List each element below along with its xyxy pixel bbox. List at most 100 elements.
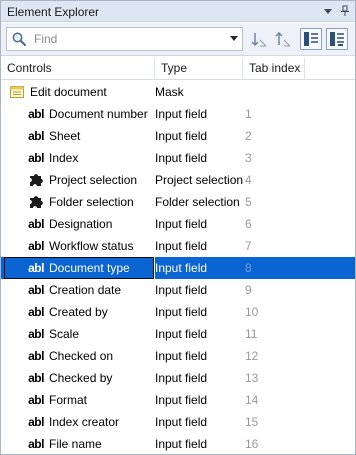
column-header: Controls Type Tab index [1,58,355,80]
tree-row[interactable]: abl Sheet Input field 2 [1,125,355,147]
tree-row[interactable]: Folder selection Folder selection 5 [1,191,355,213]
tree-row[interactable]: abl Scale Input field 11 [1,323,355,345]
text-field-icon: abl [28,283,44,297]
text-field-icon: abl [28,415,44,429]
control-name: Project selection [49,173,138,187]
control-type: Input field [155,393,208,407]
control-name: Checked on [49,349,114,363]
control-name: Created by [49,305,108,319]
control-name-cell[interactable]: abl Index [1,147,154,169]
control-type: Input field [155,257,245,279]
control-type: Input field [155,327,208,341]
control-type: Input field [155,437,208,451]
search-dropdown-icon[interactable] [230,36,238,41]
control-tab-index: 14 [245,393,259,407]
control-type: Input field [155,349,208,363]
control-name-cell[interactable]: abl Scale [1,323,154,345]
tree-row[interactable]: abl Format Input field 14 [1,389,355,411]
view-details-icon[interactable] [326,28,348,50]
text-field-icon: abl [28,437,44,451]
control-name: Creation date [49,283,122,297]
tree-row[interactable]: abl Created by Input field 10 [1,301,355,323]
control-type: Project selection [155,173,244,187]
control-name: Format [49,393,88,407]
control-name: Scale [49,327,80,341]
text-field-icon: abl [28,129,44,143]
control-name-cell[interactable]: abl Checked on [1,345,154,367]
control-name-cell[interactable]: abl File name [1,433,154,455]
control-type: Folder selection [155,195,240,209]
title-bar: Element Explorer [1,1,355,22]
tree-row[interactable]: abl Index creator Input field 15 [1,411,355,433]
control-type: Input field [155,415,208,429]
sort-descending-icon[interactable] [272,28,294,50]
control-name-cell[interactable]: abl Format [1,389,154,411]
search-box [6,27,243,51]
tree-row[interactable]: abl Document number Input field 1 [1,103,355,125]
control-type: Input field [155,151,208,165]
search-input[interactable] [34,30,224,48]
column-header-type[interactable]: Type [155,58,243,80]
panel-title: Element Explorer [7,5,100,19]
control-type: Input field [155,107,208,121]
control-tab-index: 6 [245,217,252,231]
sort-ascending-icon[interactable] [248,28,270,50]
tree-row[interactable]: abl Checked by Input field 13 [1,367,355,389]
control-tab-index: 3 [245,151,252,165]
tree-row[interactable]: abl Workflow status Input field 7 [1,235,355,257]
text-field-icon: abl [28,151,44,165]
control-name: Document type [49,261,130,275]
control-name-cell[interactable]: abl Index creator [1,411,154,433]
control-name-cell[interactable]: abl Designation [1,213,154,235]
control-name-cell[interactable]: abl Created by [1,301,154,323]
control-name: File name [49,437,102,451]
view-list-icon[interactable] [300,28,322,50]
control-tab-index: 2 [245,129,252,143]
control-tab-index: 15 [245,415,259,429]
control-name: Designation [49,217,113,231]
control-tab-index: 11 [245,327,258,341]
tree-row[interactable]: abl Checked on Input field 12 [1,345,355,367]
control-name: Workflow status [49,239,134,253]
tree-row[interactable]: abl Document type Input field 8 [1,257,355,279]
control-name-cell[interactable]: Edit document [1,81,154,103]
dropdown-arrow-icon[interactable] [321,4,335,18]
control-tab-index: 8 [245,257,355,279]
tree-row[interactable]: abl File name Input field 16 [1,433,355,455]
tree-row[interactable]: abl Creation date Input field 9 [1,279,355,301]
element-explorer-panel: Element Explorer Controls Typ [0,0,356,455]
control-type: Input field [155,305,208,319]
control-type: Input field [155,239,208,253]
column-header-controls[interactable]: Controls [1,58,155,80]
control-name: Document number [49,107,148,121]
tree-row[interactable]: abl Index Input field 3 [1,147,355,169]
text-field-icon: abl [28,305,44,319]
control-name-cell[interactable]: abl Document type [1,257,154,279]
column-header-tab-index[interactable]: Tab index [243,58,305,80]
control-tab-index: 9 [245,283,252,297]
control-name: Index [49,151,79,165]
control-name-cell[interactable]: abl Sheet [1,125,154,147]
tree-row[interactable]: abl Designation Input field 6 [1,213,355,235]
control-type: Input field [155,129,208,143]
puzzle-icon [28,172,44,188]
control-name: Edit document [30,85,107,99]
control-name-cell[interactable]: abl Checked by [1,367,154,389]
search-icon [11,31,27,47]
control-tab-index: 5 [245,195,252,209]
pin-icon[interactable] [338,4,352,18]
control-tab-index: 13 [245,371,259,385]
control-name-cell[interactable]: abl Creation date [1,279,154,301]
toolbar [1,23,355,56]
control-tab-index: 7 [245,239,252,253]
control-name-cell[interactable]: abl Workflow status [1,235,154,257]
text-field-icon: abl [28,107,44,121]
control-name-cell[interactable]: Folder selection [1,191,154,213]
text-field-icon: abl [28,393,44,407]
tree-row[interactable]: Edit document Mask [1,81,355,103]
control-name-cell[interactable]: abl Document number [1,103,154,125]
control-name-cell[interactable]: Project selection [1,169,154,191]
tree-row[interactable]: Project selection Project selection 4 [1,169,355,191]
text-field-icon: abl [28,239,44,253]
control-tab-index: 1 [245,107,252,121]
